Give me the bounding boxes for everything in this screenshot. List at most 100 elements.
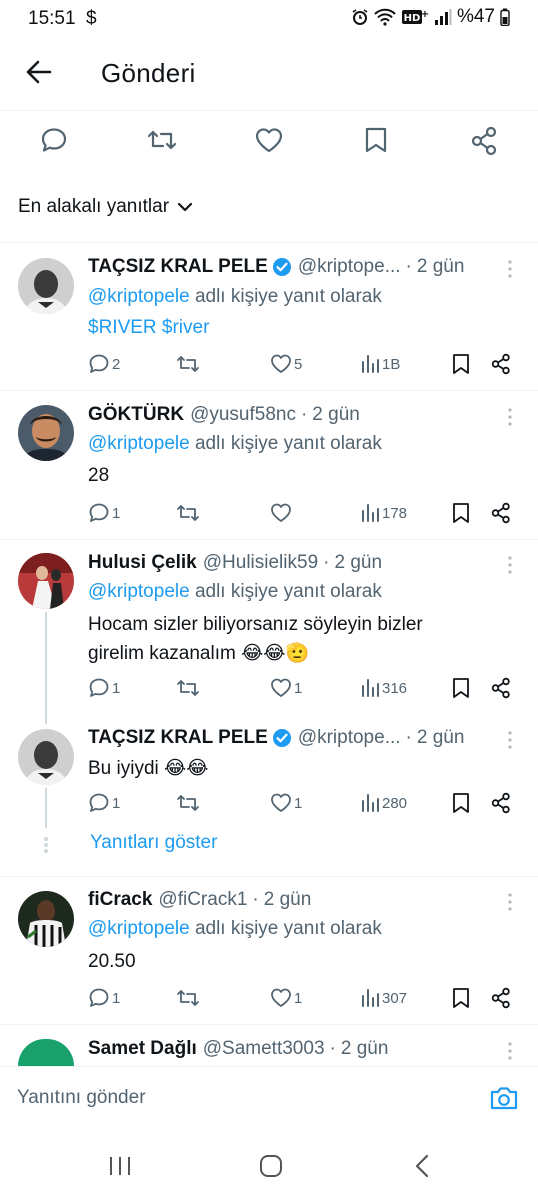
avatar[interactable] [18, 258, 74, 314]
wifi-icon [374, 8, 396, 26]
share-icon[interactable] [490, 502, 512, 524]
separator-dot: · [252, 889, 259, 910]
verified-badge-icon [272, 729, 291, 747]
svg-text:+: + [421, 9, 429, 20]
thread-dot [44, 849, 48, 853]
divider [0, 390, 538, 391]
thread-connector [45, 788, 47, 828]
reply-input[interactable]: Yanıtını gönder [17, 1087, 146, 1109]
post-time[interactable]: 2 gün [417, 727, 465, 749]
mention-link[interactable]: @kriptopele [88, 286, 190, 307]
share-icon[interactable] [490, 353, 512, 375]
author-handle[interactable]: @Hulisielik59 [203, 552, 318, 574]
more-options-icon[interactable] [504, 555, 516, 575]
repost-count[interactable] [176, 987, 200, 1009]
back-arrow-icon[interactable] [26, 60, 52, 84]
author-handle[interactable]: @kriptope... [298, 727, 401, 749]
view-count[interactable]: 307 [360, 987, 407, 1009]
view-count[interactable]: 1B [360, 353, 400, 375]
back-nav-icon[interactable] [412, 1154, 432, 1178]
post-time[interactable]: 2 gün [334, 552, 382, 574]
repost-count[interactable] [176, 502, 200, 524]
avatar[interactable] [18, 405, 74, 461]
avatar[interactable] [18, 553, 74, 609]
repost-icon [177, 795, 199, 811]
view-count[interactable]: 316 [360, 677, 407, 699]
like-icon[interactable] [254, 126, 284, 154]
author-name[interactable]: fiCrack [88, 889, 152, 911]
tweet-text: Bu iyiydi 😂😂 [88, 757, 209, 779]
reply-icon[interactable] [40, 126, 68, 154]
reply-count[interactable]: 1 [88, 677, 120, 699]
avatar[interactable] [18, 1039, 74, 1066]
more-options-icon[interactable] [504, 730, 516, 750]
author-handle[interactable]: @Samett3003 [203, 1038, 325, 1060]
show-replies-link[interactable]: Yanıtları göster [90, 832, 217, 854]
reply-count[interactable]: 1 [88, 792, 120, 814]
more-options-icon[interactable] [504, 892, 516, 912]
home-icon[interactable] [258, 1154, 284, 1178]
avatar[interactable] [18, 891, 74, 947]
bookmark-icon[interactable] [452, 353, 470, 375]
volte-icon: HD + [401, 9, 429, 24]
share-icon[interactable] [490, 987, 512, 1009]
views-icon [362, 355, 379, 373]
reply-count[interactable]: 1 [88, 987, 120, 1009]
cashtag-links[interactable]: $RIVER $river [88, 317, 209, 338]
author-name[interactable]: Samet Dağlı [88, 1038, 197, 1060]
bookmark-icon[interactable] [452, 792, 470, 814]
separator-dot: · [329, 1038, 336, 1059]
author-name[interactable]: GÖKTÜRK [88, 404, 184, 426]
author-handle[interactable]: @yusuf58nc [190, 404, 296, 426]
views-icon [362, 794, 379, 812]
view-count[interactable]: 280 [360, 792, 407, 814]
like-count[interactable]: 1 [270, 792, 302, 814]
bookmark-icon[interactable] [452, 987, 470, 1009]
repost-count[interactable] [176, 353, 200, 375]
post-time[interactable]: 2 gün [264, 889, 312, 911]
reply-context: @kriptopele adlı kişiye yanıt olarak [88, 581, 382, 603]
recent-apps-icon[interactable] [108, 1155, 132, 1177]
alarm-icon [352, 9, 368, 25]
like-count[interactable]: 5 [270, 353, 302, 375]
share-icon[interactable] [490, 792, 512, 814]
reply-count[interactable]: 2 [88, 353, 120, 375]
tweet-metrics: 1 1 280 [88, 792, 518, 818]
author-name[interactable]: Hulusi Çelik [88, 552, 197, 574]
mention-link[interactable]: @kriptopele [88, 918, 190, 939]
repost-icon [177, 990, 199, 1006]
share-icon[interactable] [490, 677, 512, 699]
post-time[interactable]: 2 gün [417, 256, 465, 278]
share-icon[interactable] [469, 126, 499, 156]
thread-connector [45, 612, 47, 724]
view-count[interactable]: 178 [360, 502, 407, 524]
like-count[interactable] [270, 502, 294, 524]
avatar[interactable] [18, 729, 74, 785]
reply-context-text: adlı kişiye yanıt olarak [194, 286, 382, 307]
status-icons: HD + %47 [351, 6, 510, 28]
camera-icon[interactable] [489, 1085, 519, 1111]
separator-dot: · [405, 727, 412, 748]
bookmark-icon[interactable] [452, 502, 470, 524]
bookmark-icon[interactable] [363, 126, 389, 154]
more-options-icon[interactable] [504, 407, 516, 427]
chevron-down-icon [177, 202, 193, 212]
more-options-icon[interactable] [504, 1041, 516, 1061]
author-handle[interactable]: @fiCrack1 [158, 889, 247, 911]
repost-count[interactable] [176, 792, 200, 814]
post-time[interactable]: 2 gün [341, 1038, 389, 1060]
reply-count[interactable]: 1 [88, 502, 120, 524]
like-count[interactable]: 1 [270, 677, 302, 699]
author-handle[interactable]: @kriptope... [298, 256, 401, 278]
bookmark-icon[interactable] [452, 677, 470, 699]
mention-link[interactable]: @kriptopele [88, 433, 190, 454]
mention-link[interactable]: @kriptopele [88, 581, 190, 602]
repost-count[interactable] [176, 677, 200, 699]
more-options-icon[interactable] [504, 259, 516, 279]
like-count[interactable]: 1 [270, 987, 302, 1009]
author-name[interactable]: TAÇSIZ KRAL PELE [88, 727, 268, 749]
repost-icon[interactable] [146, 126, 178, 154]
post-time[interactable]: 2 gün [312, 404, 360, 426]
author-name[interactable]: TAÇSIZ KRAL PELE [88, 256, 268, 278]
sort-dropdown[interactable]: En alakalı yanıtlar [18, 196, 193, 218]
